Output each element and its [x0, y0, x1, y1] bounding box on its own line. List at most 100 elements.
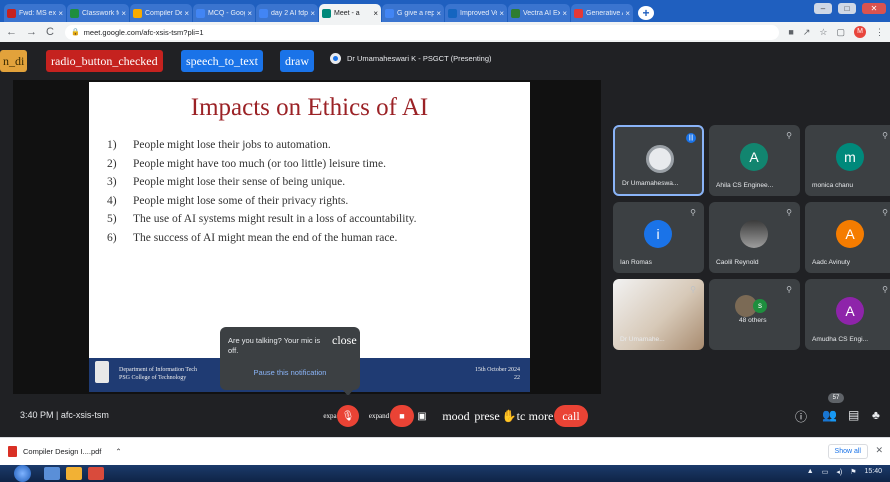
avatar	[646, 145, 674, 173]
present-button[interactable]: prese	[472, 405, 502, 427]
download-filename: Compiler Design I....pdf	[23, 447, 102, 456]
tab-close-icon[interactable]: ×	[436, 9, 441, 18]
expand-mic-button[interactable]: expa	[322, 405, 338, 427]
mood-button[interactable]: mood	[440, 405, 472, 427]
tray-arrow-icon[interactable]: ▲	[807, 468, 814, 476]
presenting-indicator: Dr Umamaheswari K - PSGCT (Presenting)	[330, 53, 491, 64]
meet-window: Fwd: MS exar×Classwork fo×Compiler Des×M…	[0, 0, 890, 482]
pin-icon[interactable]: ⚲	[786, 208, 792, 217]
camera-icon[interactable]: ■	[788, 27, 793, 37]
browser-tab[interactable]: Classwork fo ×	[67, 4, 129, 22]
pin-icon[interactable]: ⚲	[786, 285, 792, 294]
profile-avatar[interactable]: M	[854, 26, 866, 38]
participant-tile[interactable]: ||| Dr Umamaheswa...	[613, 125, 704, 196]
tab-label: day 2 AI fdp	[271, 9, 308, 17]
tab-close-icon[interactable]: ×	[625, 9, 630, 18]
back-icon[interactable]: ←	[6, 26, 17, 38]
participant-name: Dr Umamaheswa...	[622, 180, 679, 187]
network-icon[interactable]: ▭	[822, 468, 829, 476]
meeting-control-bar: 3:40 PM | afc-xsis-tsm expa 🎙 expand ■ ▣…	[0, 393, 890, 437]
people-icon[interactable]: 👥	[822, 408, 837, 422]
show-all-button[interactable]: Show all	[827, 444, 868, 459]
url-field[interactable]: 🔒 meet.google.com/afc-xsis-tsm?pli=1	[64, 24, 780, 40]
share-icon[interactable]: ↗	[803, 27, 811, 38]
pin-icon[interactable]: ⚲	[882, 131, 888, 140]
close-download-bar-icon[interactable]: ✕	[875, 445, 883, 456]
browser-tab[interactable]: Improved Ve ×	[445, 4, 507, 22]
chrome-icon[interactable]	[88, 467, 104, 480]
slide-title: Impacts on Ethics of AI	[190, 94, 429, 121]
system-tray: ▲ ▭ ◂) ⚑ 15:40	[807, 468, 882, 476]
download-item[interactable]: Compiler Design I....pdf ⌃	[8, 446, 122, 457]
start-button[interactable]	[14, 465, 31, 482]
tab-close-icon[interactable]: ×	[499, 9, 504, 18]
sidepanel-icon[interactable]: ▢	[836, 27, 845, 38]
participant-tile[interactable]: A ⚲ Aadc Avinuty	[805, 202, 890, 273]
tab-close-icon[interactable]: ×	[373, 9, 378, 18]
pin-icon[interactable]: ⚲	[690, 285, 696, 294]
minimize-button[interactable]: –	[814, 3, 832, 14]
radio-button-checked-button[interactable]: radio_button_checked	[46, 50, 163, 72]
participant-tile[interactable]: s ⚲ 48 others	[709, 279, 800, 350]
expand-camera-button[interactable]: expand	[366, 405, 392, 427]
point-number: 1)	[107, 139, 117, 152]
n-di-button[interactable]: n_di	[0, 50, 28, 72]
close-notification-button[interactable]: close	[332, 333, 357, 348]
browser-tab[interactable]: Compiler Des×	[130, 4, 192, 22]
browser-tab[interactable]: MCQ - Googl ×	[193, 4, 255, 22]
maximize-button[interactable]: □	[838, 3, 856, 14]
tab-close-icon[interactable]: ×	[247, 9, 252, 18]
tab-close-icon[interactable]: ×	[121, 9, 126, 18]
forward-icon[interactable]: →	[26, 26, 37, 38]
participant-tile[interactable]: m ⚲ monica chanu	[805, 125, 890, 196]
camera-off-button[interactable]: ■	[390, 405, 414, 427]
browser-tab[interactable]: Generative A ×	[571, 4, 633, 22]
menu-kebab-icon[interactable]: ⋮	[875, 27, 884, 38]
tab-label: G give a report	[397, 9, 435, 17]
point-number: 3)	[107, 176, 117, 189]
draw-button[interactable]: draw	[280, 50, 314, 72]
tab-label: Meet - a	[334, 9, 360, 17]
more-options-button[interactable]: more	[528, 405, 554, 427]
tab-favicon-icon	[511, 8, 520, 18]
slide-point: 6) The success of AI might mean the end o…	[107, 229, 527, 248]
volume-icon[interactable]: ◂)	[836, 468, 842, 476]
speech-to-text-button[interactable]: speech_to_text	[181, 50, 263, 72]
captions-button[interactable]: ▣	[414, 405, 430, 427]
tab-close-icon[interactable]: ×	[184, 9, 189, 18]
new-tab-button[interactable]: +	[638, 6, 654, 20]
tab-close-icon[interactable]: ×	[310, 9, 315, 18]
reload-icon[interactable]: C	[46, 26, 54, 38]
tab-close-icon[interactable]: ×	[562, 9, 567, 18]
close-window-button[interactable]: ✕	[862, 3, 886, 14]
participant-tile[interactable]: i ⚲ Ian Romas	[613, 202, 704, 273]
participant-tile[interactable]: ⚲ Caolil Reynold	[709, 202, 800, 273]
activities-icon[interactable]: ♣	[872, 408, 880, 422]
participant-tile[interactable]: A ⚲ Ahila CS Enginee...	[709, 125, 800, 196]
browser-tab[interactable]: day 2 AI fdp ×	[256, 4, 318, 22]
pause-notification-link[interactable]: Pause this notification	[220, 368, 360, 377]
tab-close-icon[interactable]: ×	[58, 9, 63, 18]
chevron-up-icon[interactable]: ⌃	[115, 447, 121, 456]
participant-tile[interactable]: ⚲ Dr Umamahe...	[613, 279, 704, 350]
tc-button[interactable]: tc	[514, 405, 528, 427]
chat-icon[interactable]: ▤	[848, 408, 859, 422]
pin-icon[interactable]: ⚲	[690, 208, 696, 217]
meeting-details-icon[interactable]: ⓘ	[795, 408, 807, 425]
browser-tab[interactable]: Vectra AI Exp×	[508, 4, 570, 22]
folder-icon[interactable]	[66, 467, 82, 480]
browser-tab[interactable]: Meet - a ×	[319, 4, 381, 22]
explorer-icon[interactable]	[44, 467, 60, 480]
flag-icon[interactable]: ⚑	[850, 468, 856, 476]
separator: |	[56, 410, 59, 420]
tab-label: Vectra AI Exp	[523, 9, 561, 17]
leave-call-button[interactable]: call	[554, 405, 588, 427]
bookmark-star-icon[interactable]: ☆	[819, 27, 827, 38]
mic-off-button[interactable]: 🎙	[337, 405, 359, 427]
pin-icon[interactable]: ⚲	[882, 285, 888, 294]
pin-icon[interactable]: ⚲	[882, 208, 888, 217]
browser-tab[interactable]: G give a report×	[382, 4, 444, 22]
browser-tab[interactable]: Fwd: MS exar×	[4, 4, 66, 22]
participant-tile[interactable]: A ⚲ Amudha CS Engi...	[805, 279, 890, 350]
pin-icon[interactable]: ⚲	[786, 131, 792, 140]
